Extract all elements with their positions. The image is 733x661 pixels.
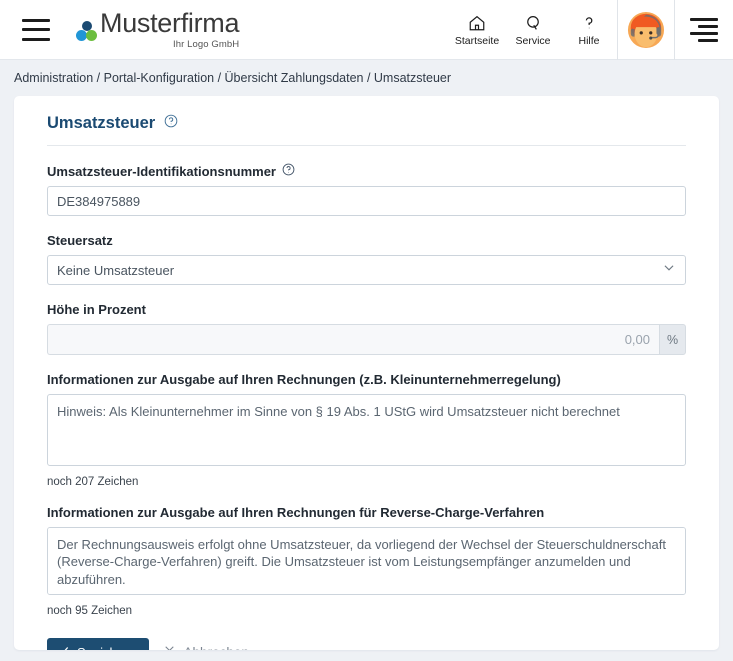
vat-id-label-text: Umsatzsteuer-Identifikationsnummer xyxy=(47,163,276,179)
page-title: Umsatzsteuer xyxy=(47,114,156,132)
nav-label: Startseite xyxy=(454,34,500,47)
nav-item-service[interactable]: Service xyxy=(505,0,561,60)
brand-name: Musterfirma xyxy=(100,7,240,38)
nav-item-startseite[interactable]: Startseite xyxy=(449,0,505,60)
home-icon xyxy=(468,13,486,33)
stagger-menu-button[interactable] xyxy=(675,0,733,60)
nav-item-hilfe[interactable]: Hilfe xyxy=(561,0,617,60)
reverse-charge-label-text: Informationen zur Ausgabe auf Ihren Rech… xyxy=(47,505,545,520)
umsatzsteuer-card: Umsatzsteuer Umsatzsteuer-Identifikation… xyxy=(14,96,719,650)
close-x-icon xyxy=(163,644,176,650)
percent-field-row: % xyxy=(47,324,686,355)
vat-id-label: Umsatzsteuer-Identifikationsnummer xyxy=(47,163,686,179)
help-circle-icon[interactable] xyxy=(282,163,295,179)
menu-line xyxy=(697,24,718,28)
logo-mark-icon xyxy=(76,21,98,43)
invoice-info-label-text: Informationen zur Ausgabe auf Ihren Rech… xyxy=(47,372,561,387)
menu-line xyxy=(690,17,718,21)
form-actions: Speichern Abbrechen xyxy=(47,638,686,650)
card-header: Umsatzsteuer xyxy=(47,96,686,133)
brand-tagline: Ihr Logo GmbH xyxy=(172,38,240,50)
nav-label: Hilfe xyxy=(578,34,600,47)
hamburger-menu-icon[interactable] xyxy=(22,18,50,41)
app-header: Musterfirma Ihr Logo GmbH Startseite Ser… xyxy=(0,0,733,60)
cancel-button[interactable]: Abbrechen xyxy=(159,644,253,650)
hamburger-line xyxy=(22,18,50,22)
tax-rate-selected-value: Keine Umsatzsteuer xyxy=(57,262,175,278)
reverse-charge-label: Informationen zur Ausgabe auf Ihren Rech… xyxy=(47,505,686,520)
save-button[interactable]: Speichern xyxy=(47,638,149,650)
percent-label: Höhe in Prozent xyxy=(47,302,686,317)
menu-line xyxy=(697,38,718,42)
cancel-button-label: Abbrechen xyxy=(184,645,249,651)
tax-rate-select-wrapper: Keine Umsatzsteuer xyxy=(47,255,686,285)
stagger-menu-icon xyxy=(690,17,718,42)
invoice-info-label: Informationen zur Ausgabe auf Ihren Rech… xyxy=(47,372,686,387)
brand-logo[interactable]: Musterfirma Ihr Logo GmbH xyxy=(76,7,240,50)
support-agent-avatar-icon xyxy=(627,11,665,48)
vat-id-input[interactable] xyxy=(47,186,686,216)
nav-label: Service xyxy=(515,34,551,47)
question-mark-icon xyxy=(580,13,598,33)
help-circle-icon[interactable] xyxy=(164,114,178,133)
breadcrumb[interactable]: Administration / Portal-Konfiguration / … xyxy=(0,60,733,96)
percent-input[interactable] xyxy=(47,324,659,355)
percent-label-text: Höhe in Prozent xyxy=(47,302,146,317)
check-icon xyxy=(56,644,70,650)
invoice-info-textarea[interactable] xyxy=(47,394,686,466)
title-divider xyxy=(47,145,686,146)
percent-suffix: % xyxy=(659,324,686,355)
menu-line xyxy=(690,31,718,35)
hamburger-line xyxy=(22,37,50,41)
reverse-charge-textarea[interactable] xyxy=(47,527,686,595)
reverse-charge-counter: noch 95 Zeichen xyxy=(47,605,133,617)
tax-rate-label-text: Steuersatz xyxy=(47,233,113,248)
logo-circle-green xyxy=(86,30,97,42)
save-button-label: Speichern xyxy=(77,645,136,651)
invoice-info-counter: noch 207 Zeichen xyxy=(47,476,139,488)
tax-rate-label: Steuersatz xyxy=(47,233,686,248)
avatar[interactable] xyxy=(617,0,675,60)
tax-rate-select[interactable]: Keine Umsatzsteuer xyxy=(47,255,686,285)
hamburger-line xyxy=(22,28,50,31)
speech-bubble-icon xyxy=(524,13,542,33)
header-nav: Startseite Service Hilfe xyxy=(449,0,733,60)
